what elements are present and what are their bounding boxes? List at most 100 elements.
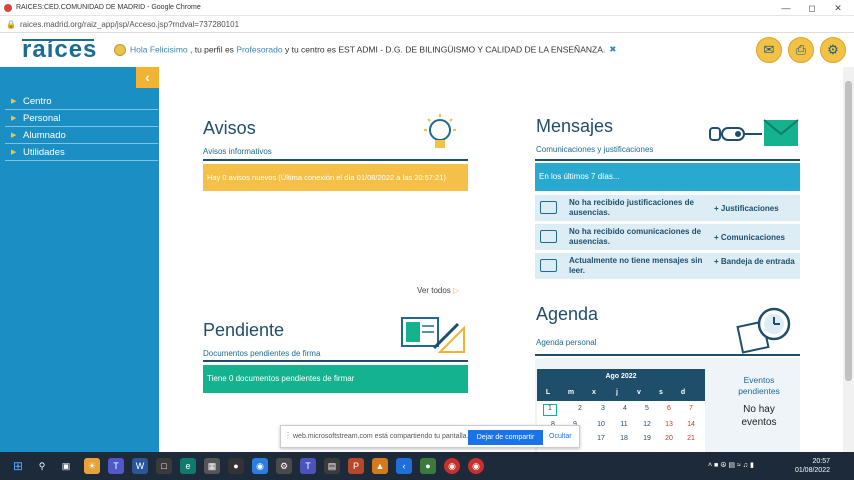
sidebar-item-personal[interactable]: ▶ Personal bbox=[5, 110, 158, 127]
calendar-day[interactable]: 13 bbox=[658, 421, 680, 428]
weekday-label: s bbox=[659, 389, 663, 396]
calendar-day[interactable]: 6 bbox=[658, 405, 680, 412]
pendiente-rule bbox=[203, 360, 468, 362]
mail-icon[interactable]: ✉ bbox=[756, 37, 782, 63]
share-text: web.microsoftstream.com está compartiend… bbox=[293, 433, 469, 440]
mensajes-row: Actualmente no tiene mensajes sin leer. … bbox=[535, 253, 800, 280]
calendar-day-today[interactable]: 1 bbox=[543, 404, 557, 416]
eventos-title: Eventos pendientes bbox=[738, 375, 780, 396]
word-icon[interactable]: W bbox=[132, 458, 148, 474]
store-icon[interactable]: ▦ bbox=[204, 458, 220, 474]
mensajes-banner: En los últimos 7 días... bbox=[535, 163, 800, 191]
mensajes-row-text: Actualmente no tiene mensajes sin leer. bbox=[569, 256, 703, 275]
minimize-button[interactable]: — bbox=[774, 0, 798, 16]
address-bar[interactable]: 🔒 raices.madrid.org/raiz_app/jsp/Acceso.… bbox=[0, 16, 854, 33]
calendar-day[interactable]: 3 bbox=[592, 405, 614, 412]
clock-calendar-icon bbox=[736, 307, 791, 354]
calendar-month[interactable]: Ago 2022 bbox=[537, 373, 705, 380]
hide-button[interactable]: Ocultar bbox=[549, 433, 572, 440]
stop-sharing-button[interactable]: Dejar de compartir bbox=[468, 430, 543, 445]
lightbulb-icon bbox=[424, 114, 456, 148]
explorer-icon[interactable]: ▤ bbox=[324, 458, 340, 474]
calendar-header: Ago 2022 L m x j v s d bbox=[537, 369, 705, 401]
agenda-subtitle: Agenda personal bbox=[536, 338, 597, 347]
box-icon[interactable]: ▲ bbox=[372, 458, 388, 474]
teams-work-icon[interactable]: T bbox=[300, 458, 316, 474]
bandeja-entrada-link[interactable]: + Bandeja de entrada bbox=[714, 257, 800, 267]
windows-start-icon[interactable]: ⊞ bbox=[10, 458, 26, 474]
url-text[interactable]: raices.madrid.org/raiz_app/jsp/Acceso.js… bbox=[20, 16, 239, 33]
settings-icon[interactable]: ⚙ bbox=[820, 37, 846, 63]
arrow-icon: ▶ bbox=[11, 98, 17, 105]
calendar-day[interactable]: 21 bbox=[680, 435, 702, 442]
change-profile-icon[interactable]: ✖ bbox=[609, 44, 616, 54]
weekday-label: x bbox=[592, 389, 596, 396]
raices-logo[interactable]: raíces bbox=[22, 36, 97, 64]
scrollbar-thumb[interactable] bbox=[845, 81, 852, 381]
chat-icon bbox=[540, 201, 557, 214]
maximize-button[interactable]: ◻ bbox=[800, 0, 824, 16]
mensajes-row-text: No ha recibido justificaciones de ausenc… bbox=[569, 198, 694, 217]
pendiente-banner: Tiene 0 documentos pendientes de firmar bbox=[203, 365, 468, 393]
sidebar-item-alumnado[interactable]: ▶ Alumnado bbox=[5, 127, 158, 144]
calendar-day[interactable]: 5 bbox=[636, 405, 658, 412]
chat-icon bbox=[540, 230, 557, 243]
sidebar-item-utilidades[interactable]: ▶ Utilidades bbox=[5, 144, 158, 161]
search-icon[interactable]: ⚲ bbox=[34, 458, 50, 474]
sidebar-item-label: Utilidades bbox=[23, 147, 65, 158]
calendar-day[interactable]: 19 bbox=[636, 435, 658, 442]
drag-handle-icon[interactable]: ⋮ bbox=[284, 431, 292, 440]
mensajes-title: Mensajes bbox=[536, 116, 614, 136]
collapse-sidebar-button[interactable]: ‹ bbox=[136, 67, 159, 88]
calendar-day[interactable]: 2 bbox=[569, 405, 591, 412]
teams-icon[interactable]: T bbox=[108, 458, 124, 474]
calendar-day[interactable]: 7 bbox=[680, 405, 702, 412]
media-icon[interactable]: ● bbox=[228, 458, 244, 474]
chat-icon[interactable]: □ bbox=[156, 458, 172, 474]
close-button[interactable]: ✕ bbox=[826, 0, 850, 16]
calendar-day[interactable]: 4 bbox=[614, 405, 636, 412]
avisos-banner: Hay 0 avisos nuevos (Última conexión el … bbox=[203, 164, 468, 191]
comunicaciones-link[interactable]: + Comunicaciones bbox=[714, 233, 800, 243]
edge-icon[interactable]: e bbox=[180, 458, 196, 474]
tray-icons[interactable]: ˄ ■ ☮ ▤ ≈ ♫ ▮ bbox=[708, 461, 754, 469]
message-envelope-icon bbox=[709, 119, 799, 146]
globe-icon[interactable]: ● bbox=[420, 458, 436, 474]
calendar-day[interactable]: 18 bbox=[613, 435, 635, 442]
agenda-rule bbox=[535, 354, 800, 356]
chat-icon bbox=[540, 259, 557, 272]
sidebar-item-label: Alumnado bbox=[23, 130, 66, 141]
weather-icon[interactable]: ☀ bbox=[84, 458, 100, 474]
ver-todos-link[interactable]: Ver todos ▷ bbox=[417, 286, 459, 295]
calendar-day[interactable]: 20 bbox=[658, 435, 680, 442]
arrow-icon: ▶ bbox=[11, 149, 17, 156]
calendar-day[interactable]: 14 bbox=[680, 421, 702, 428]
vscode-icon[interactable]: ‹ bbox=[396, 458, 412, 474]
arrow-icon: ▶ bbox=[11, 132, 17, 139]
task-view-icon[interactable]: ▣ bbox=[58, 458, 74, 474]
window-title: RAICES:CED.COMUNIDAD DE MADRID - Google … bbox=[16, 4, 201, 11]
settings-app-icon[interactable]: ⚙ bbox=[276, 458, 292, 474]
print-icon[interactable]: ⎙ bbox=[788, 37, 814, 63]
app-icon[interactable]: ◉ bbox=[252, 458, 268, 474]
windows-taskbar: ⊞ ⚲ ▣ ☀ T W □ e ▦ ● ◉ ⚙ T ▤ P ▲ ‹ ● ◉ ◉ … bbox=[0, 452, 854, 480]
avisos-subtitle: Avisos informativos bbox=[203, 147, 272, 156]
calendar-day[interactable]: 12 bbox=[636, 421, 658, 428]
page-scrollbar[interactable] bbox=[843, 67, 854, 452]
greeting-mid: , tu perfil es bbox=[187, 44, 237, 55]
justificaciones-link[interactable]: + Justificaciones bbox=[714, 204, 800, 214]
greeting: Hola Felicisimo , tu perfil es Profesora… bbox=[114, 44, 616, 56]
sidebar-item-label: Centro bbox=[23, 96, 52, 107]
calendar-day[interactable]: 10 bbox=[590, 421, 612, 428]
powerpoint-icon[interactable]: P bbox=[348, 458, 364, 474]
greeting-center: y tu centro es EST ADMI - D.G. DE BILING… bbox=[282, 44, 606, 55]
sidebar-item-centro[interactable]: ▶ Centro bbox=[5, 93, 158, 110]
calendar-day[interactable]: 17 bbox=[590, 435, 612, 442]
chrome-icon[interactable]: ◉ bbox=[444, 458, 460, 474]
mensajes-subtitle: Comunicaciones y justificaciones bbox=[536, 145, 654, 154]
chrome-favicon-icon bbox=[4, 4, 12, 12]
calendar-day[interactable]: 11 bbox=[613, 421, 635, 428]
chrome-profile-icon[interactable]: ◉ bbox=[468, 458, 484, 474]
taskbar-clock[interactable]: 20:57 01/08/2022 bbox=[790, 457, 830, 475]
weekday-label: d bbox=[680, 389, 686, 396]
